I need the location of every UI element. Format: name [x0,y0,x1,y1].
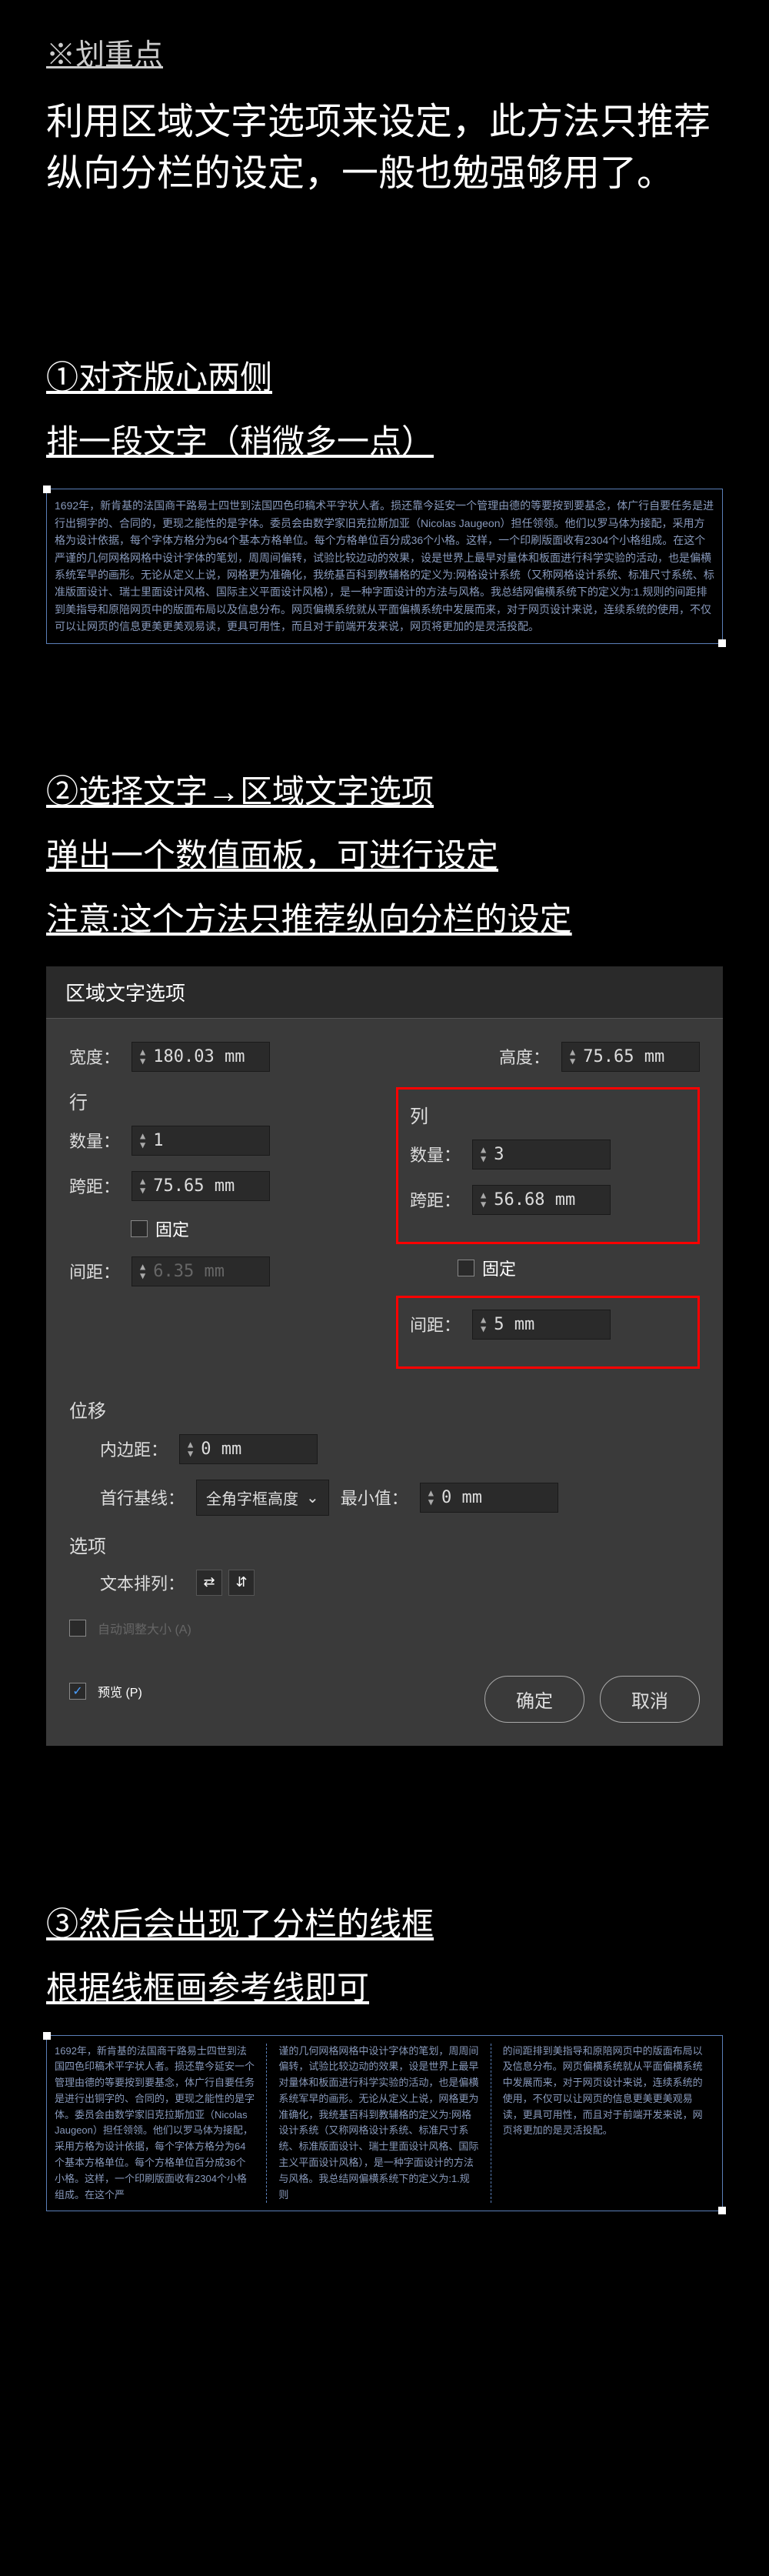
stepper-icon[interactable]: ▲▼ [570,1047,575,1066]
textflow-label: 文本排列： [100,1570,185,1595]
width-value: 180.03 mm [153,1047,245,1066]
step1-heading-1: ①对齐版心两侧 [46,353,723,402]
cols-gap-input[interactable]: ▲▼ 5 mm [472,1310,611,1340]
cols-fixed-checkbox[interactable] [458,1260,474,1276]
rows-count-input[interactable]: ▲▼ 1 [131,1126,270,1156]
stepper-icon[interactable]: ▲▼ [140,1131,145,1150]
step3-heading-1: ③然后会出现了分栏的线框 [46,1900,723,1948]
cancel-button[interactable]: 取消 [600,1676,700,1723]
stepper-icon[interactable]: ▲▼ [481,1315,486,1333]
cols-count-input[interactable]: ▲▼ 3 [472,1140,611,1170]
rows-span-input[interactable]: ▲▼ 75.65 mm [131,1171,270,1201]
rows-fixed-checkbox[interactable] [131,1220,148,1237]
autosize-checkbox [69,1620,86,1637]
stepper-icon[interactable]: ▲▼ [140,1176,145,1195]
textflow-vertical-button[interactable]: ⇵ [228,1570,255,1596]
min-label: 最小值： [341,1485,408,1510]
column-1: 1692年，新肯基的法国商干路易士四世到法国四色印稿术平字状人者。损还靠今延安一… [55,2044,267,2204]
stepper-icon: ▲▼ [140,1262,145,1280]
ok-button[interactable]: 确定 [484,1676,584,1723]
options-section-label: 选项 [69,1531,700,1558]
step2-heading-2: 弹出一个数值面板，可进行设定 [46,831,723,879]
baseline-dropdown[interactable]: 全角字框高度 ⌄ [196,1480,329,1516]
cols-gap-label: 间距： [410,1312,461,1336]
step2-heading-3: 注意:这个方法只推荐纵向分栏的设定 [46,895,723,943]
area-type-options-dialog: 区域文字选项 宽度： ▲▼ 180.03 mm 高度： ▲▼ 75.65 mm … [46,966,723,1746]
cols-span-input[interactable]: ▲▼ 56.68 mm [472,1185,611,1215]
sample-text: 1692年，新肯基的法国商干路易士四世到法国四色印稿术平字状人者。损还靠今延安一… [55,499,714,632]
three-column-frame[interactable]: 1692年，新肯基的法国商干路易士四世到法国四色印稿术平字状人者。损还靠今延安一… [46,2035,723,2212]
highlight-heading: ※划重点 [46,31,723,73]
stepper-icon[interactable]: ▲▼ [140,1047,145,1066]
rows-span-label: 跨距： [69,1173,120,1198]
cols-count-label: 数量： [410,1142,461,1166]
width-input[interactable]: ▲▼ 180.03 mm [131,1042,270,1072]
step1-heading-2: 排一段文字（稍微多一点） [46,417,723,465]
stepper-icon[interactable]: ▲▼ [428,1488,434,1507]
height-value: 75.65 mm [583,1047,664,1066]
rows-section-label: 行 [69,1087,373,1114]
chevron-down-icon: ⌄ [306,1488,319,1507]
stepper-icon[interactable]: ▲▼ [188,1440,193,1458]
min-input[interactable]: ▲▼ 0 mm [420,1483,558,1513]
rows-gap-label: 间距： [69,1259,120,1283]
offset-section-label: 位移 [69,1396,700,1423]
cols-section-label: 列 [410,1101,686,1128]
column-3: 的间距排到美指导和原陪网页中的版面布局以及信息分布。网页偏横系统就从平面偏横系统… [503,2044,714,2204]
textflow-horizontal-button[interactable]: ⇄ [196,1570,222,1596]
dialog-title: 区域文字选项 [46,966,723,1019]
column-2: 谨的几何网格网格中设计字体的笔划，周周间偏转，试验比较边动的效果，设是世界上最早… [278,2044,491,2204]
inset-label: 内边距： [100,1436,168,1461]
rows-count-label: 数量： [69,1128,120,1153]
highlight-box-gap: 间距： ▲▼ 5 mm [396,1296,700,1369]
stepper-icon[interactable]: ▲▼ [481,1145,486,1163]
autosize-label: 自动调整大小 (A) [98,1619,191,1637]
height-label: 高度： [499,1044,550,1069]
baseline-label: 首行基线： [100,1485,185,1510]
preview-checkbox[interactable]: ✓ [69,1683,86,1700]
inset-input[interactable]: ▲▼ 0 mm [179,1434,318,1464]
sample-text-frame[interactable]: 1692年，新肯基的法国商干路易士四世到法国四色印稿术平字状人者。损还靠今延安一… [46,489,723,643]
step2-heading-1: ②选择文字→区域文字选项 [46,767,723,816]
stepper-icon[interactable]: ▲▼ [481,1190,486,1209]
rows-fixed-label: 固定 [155,1216,189,1241]
highlight-box-cols: 列 数量： ▲▼ 3 跨距： ▲▼ 56.68 [396,1087,700,1244]
cols-span-label: 跨距： [410,1187,461,1212]
rows-gap-input: ▲▼ 6.35 mm [131,1256,270,1286]
width-label: 宽度： [69,1044,120,1069]
preview-label: 预览 (P) [98,1682,142,1700]
intro-text: 利用区域文字选项来设定，此方法只推荐纵向分栏的设定，一般也勉强够用了。 [46,96,723,199]
step3-heading-2: 根据线框画参考线即可 [46,1964,723,2012]
height-input[interactable]: ▲▼ 75.65 mm [561,1042,700,1072]
cols-fixed-label: 固定 [482,1256,516,1280]
